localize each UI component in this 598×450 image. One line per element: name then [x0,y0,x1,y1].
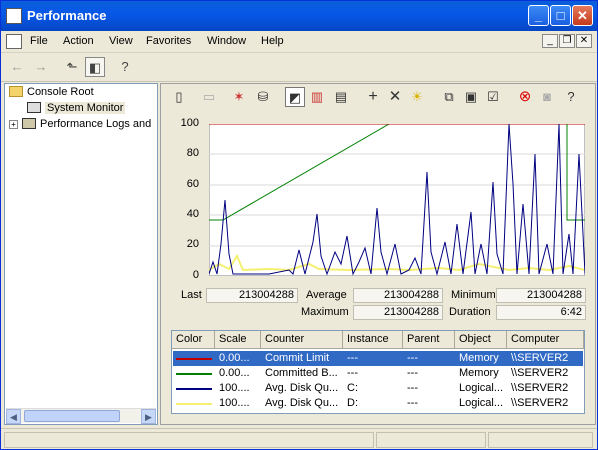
y-tick-100: 100 [180,117,199,129]
scroll-thumb[interactable] [24,410,120,422]
performance-window: Performance _ □ ✕ File Action View Favor… [0,0,598,450]
performance-graph[interactable] [209,124,585,276]
menu-file[interactable]: File [30,35,48,47]
monitor-icon [27,102,41,113]
view-current-activity-icon[interactable]: ✶ [229,87,249,107]
status-pane-2 [376,432,486,448]
statistics-bar: Last 213004288 Average 213004288 Minimum… [173,287,593,321]
column-header-counter[interactable]: Counter [261,331,343,349]
system-monitor-pane: ▯ ▭ ✶ ⛁ ◩ ▥ ▤ + ✕ ☀ ⧉ ▣ ☑ ⊗ ◙ ? 100 80 6… [160,83,596,425]
status-bar [1,428,597,449]
paste-counter-list-icon[interactable]: ▣ [461,87,481,107]
average-label: Average [306,289,347,301]
tree-item-console-root[interactable]: Console Root [9,86,94,98]
view-histogram-icon[interactable]: ▥ [307,87,327,107]
mdi-child-icon[interactable] [6,34,22,49]
maximize-button[interactable]: □ [550,5,571,26]
forward-icon[interactable]: → [31,57,51,77]
new-counter-set-icon[interactable]: ▯ [169,87,189,107]
properties-icon[interactable]: ☑ [483,87,503,107]
folder-icon [9,86,23,97]
color-swatch [176,388,212,390]
delete-counter-icon[interactable]: ✕ [385,87,405,107]
view-log-data-icon[interactable]: ⛁ [253,87,273,107]
window-title: Performance [27,8,107,23]
duration-label: Duration [449,306,491,318]
column-header-color[interactable]: Color [172,331,215,349]
menu-bar: File Action View Favorites Window Help _… [1,31,597,53]
title-bar[interactable]: Performance _ □ ✕ [1,1,597,31]
color-swatch [176,358,212,360]
main-toolbar: ← → ⬑ ◧ ? [1,54,597,82]
scroll-left-icon[interactable]: ◀ [6,409,21,424]
child-minimize-button[interactable]: _ [542,34,558,48]
child-restore-button[interactable]: ❐ [559,34,575,48]
tree-horizontal-scrollbar[interactable]: ◀ ▶ [6,408,156,424]
clear-display-icon[interactable]: ▭ [199,87,219,107]
scroll-right-icon[interactable]: ▶ [141,409,156,424]
view-graph-icon[interactable]: ◩ [285,87,305,107]
status-pane-3 [488,432,593,448]
column-header-parent[interactable]: Parent [403,331,455,349]
status-pane-main [4,432,374,448]
view-report-icon[interactable]: ▤ [331,87,351,107]
counter-legend: Color Scale Counter Instance Parent Obje… [171,330,585,414]
legend-row[interactable]: 0.00... Committed B... --- --- Memory \\… [173,366,583,381]
tree-item-performance-logs[interactable]: + Performance Logs and [9,118,151,130]
y-tick-80: 80 [186,147,199,159]
expand-icon[interactable]: + [9,120,18,129]
help-icon[interactable]: ? [561,87,581,107]
menu-action[interactable]: Action [63,35,94,47]
add-counter-icon[interactable]: + [363,87,383,107]
legend-row[interactable]: 0.00... Commit Limit --- --- Memory \\SE… [173,351,583,366]
minimum-value: 213004288 [496,288,586,303]
last-value: 213004288 [206,288,298,303]
help-icon[interactable]: ? [115,57,135,77]
last-label: Last [181,289,202,301]
maximum-label: Maximum [301,306,349,318]
back-icon[interactable]: ← [7,57,27,77]
y-tick-0: 0 [192,269,199,281]
legend-row[interactable]: 100.... Avg. Disk Qu... D: --- Logical..… [173,396,583,411]
color-swatch [176,373,212,375]
child-close-button[interactable]: ✕ [576,34,592,48]
maximum-value: 213004288 [353,305,443,320]
menu-view[interactable]: View [109,35,133,47]
monitor-toolbar: ▯ ▭ ✶ ⛁ ◩ ▥ ▤ + ✕ ☀ ⧉ ▣ ☑ ⊗ ◙ ? [161,84,595,112]
close-button[interactable]: ✕ [572,5,593,26]
copy-properties-icon[interactable]: ⧉ [439,87,459,107]
freeze-display-icon[interactable]: ⊗ [515,87,535,107]
menu-favorites[interactable]: Favorites [146,35,191,47]
logs-icon [22,118,36,129]
minimize-button[interactable]: _ [528,5,549,26]
column-header-object[interactable]: Object [455,331,507,349]
duration-value: 6:42 [496,305,586,320]
tree-item-system-monitor[interactable]: System Monitor [27,102,126,114]
minimum-label: Minimum [451,289,496,301]
color-swatch [176,403,212,405]
performance-app-icon[interactable] [6,8,22,24]
column-header-instance[interactable]: Instance [343,331,403,349]
y-tick-40: 40 [186,208,199,220]
y-tick-20: 20 [186,238,199,250]
console-tree: Console Root System Monitor + Performance… [4,83,158,425]
highlight-icon[interactable]: ☀ [407,87,427,107]
graph-area: 100 80 60 40 20 0 [161,114,595,284]
show-hide-tree-icon[interactable]: ◧ [85,57,105,77]
column-header-scale[interactable]: Scale [215,331,261,349]
column-header-computer[interactable]: Computer [507,331,584,349]
average-value: 213004288 [353,288,443,303]
up-folder-icon[interactable]: ⬑ [62,57,82,77]
update-data-icon[interactable]: ◙ [537,87,557,107]
legend-row[interactable]: 100.... Avg. Disk Qu... C: --- Logical..… [173,381,583,396]
menu-help[interactable]: Help [261,35,284,47]
y-tick-60: 60 [186,178,199,190]
menu-window[interactable]: Window [207,35,246,47]
